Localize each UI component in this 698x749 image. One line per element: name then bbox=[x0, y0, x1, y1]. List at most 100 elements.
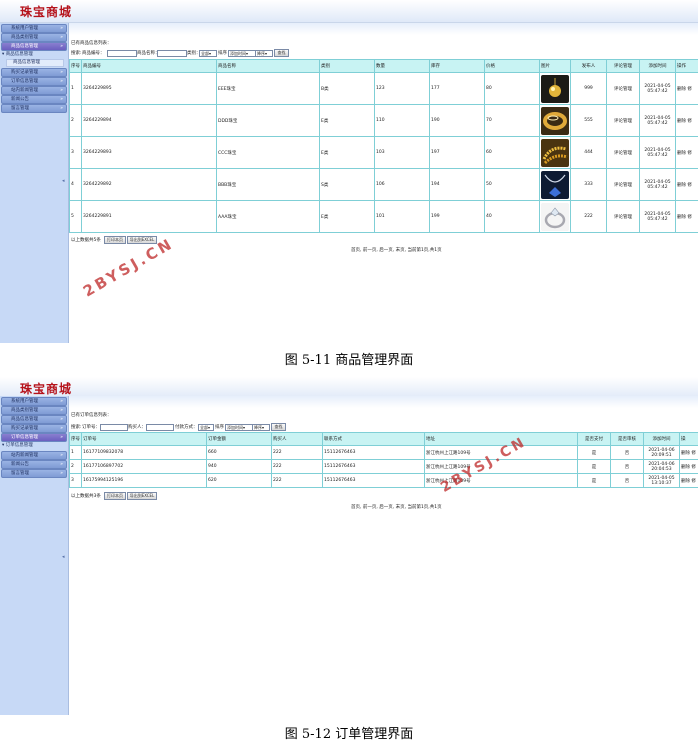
sort-label: 排序 bbox=[218, 51, 227, 56]
col-header-review: 评论管理 bbox=[606, 59, 640, 73]
col-header-image: 图片 bbox=[539, 59, 571, 73]
menu-item-announcements[interactable]: 新闻公告» bbox=[1, 95, 67, 104]
pagination[interactable]: 首页, 前一页, 后一页, 末页, 当前第1页,共1页 bbox=[351, 247, 442, 253]
print-button[interactable]: 打印本页 bbox=[104, 492, 126, 500]
sidebar: 系统用户管理» 商品类别管理» 商品信息管理» ▾ 商品信息管理 商品信息管理 … bbox=[0, 23, 69, 343]
collapse-arrow-icon[interactable]: ◂ bbox=[62, 178, 65, 184]
product-name-input[interactable] bbox=[157, 50, 187, 57]
chevron-icon: » bbox=[60, 79, 63, 84]
buyer-input[interactable] bbox=[146, 424, 174, 431]
table-row: 1 3264229895 EEE珠宝 B类 123 177 80 999 评论管… bbox=[69, 72, 698, 105]
sort-order-select[interactable]: 降序▾ bbox=[252, 424, 270, 431]
row-actions[interactable]: 删除 修 bbox=[679, 473, 698, 488]
search-label: 搜索: bbox=[71, 51, 82, 56]
chevron-icon: » bbox=[60, 44, 63, 49]
chevron-icon: » bbox=[60, 97, 63, 102]
search-button[interactable]: 查找 bbox=[271, 423, 286, 431]
menu-item-system-users[interactable]: 系统用户管理» bbox=[1, 24, 67, 33]
menu-item-product-info[interactable]: 商品信息管理» bbox=[1, 415, 67, 424]
col-header-code: 商品编号 bbox=[81, 59, 217, 73]
row-actions[interactable]: 删除 修 bbox=[675, 104, 698, 137]
blue-gem-necklace-image bbox=[541, 170, 569, 199]
chevron-icon: » bbox=[60, 399, 63, 404]
row-actions[interactable]: 删除 修 bbox=[675, 72, 698, 105]
submenu-item-product-info[interactable]: 商品信息管理 bbox=[6, 59, 64, 67]
product-table: 序号 商品编号 商品名称 类别 数量 库存 价格 图片 发布人 评论管理 添加时… bbox=[69, 59, 698, 233]
menu-item-messages[interactable]: 留言管理» bbox=[1, 104, 67, 113]
col-header-publisher: 发布人 bbox=[570, 59, 607, 73]
content-topband bbox=[69, 23, 698, 35]
row-actions[interactable]: 删除 修 bbox=[675, 168, 698, 201]
menu-item-purchase-records[interactable]: 购买记录管理» bbox=[1, 68, 67, 77]
export-excel-button[interactable]: 导出到EXCEL bbox=[127, 492, 157, 500]
content-topband bbox=[69, 396, 698, 408]
table-row: 4 3264229892 BBB珠宝 S类 106 194 50 333 评论管… bbox=[69, 168, 698, 201]
record-count: 以上数据共5条 bbox=[71, 238, 101, 243]
menu-item-messages[interactable]: 留言管理» bbox=[1, 469, 67, 478]
row-actions[interactable]: 删除 修 bbox=[679, 445, 698, 460]
menu-item-site-news[interactable]: 站内新闻管理» bbox=[1, 86, 67, 95]
review-link[interactable]: 评论管理 bbox=[606, 104, 640, 137]
col-header-buyer: 购买人 bbox=[271, 432, 323, 446]
review-link[interactable]: 评论管理 bbox=[606, 72, 640, 105]
menu-item-system-users[interactable]: 系统用户管理» bbox=[1, 397, 67, 406]
chevron-icon: » bbox=[60, 417, 63, 422]
table-row: 3 16175994125196 620 222 15112676463 浙江杭… bbox=[69, 473, 698, 488]
chevron-icon: » bbox=[60, 88, 63, 93]
screenshot-product-management: 珠宝商城 系统用户管理» 商品类别管理» 商品信息管理» ▾ 商品信息管理 商品… bbox=[0, 0, 698, 343]
app-logo: 珠宝商城 bbox=[20, 5, 73, 19]
table-row: 1 16177109832078 660 222 15112676463 浙江杭… bbox=[69, 445, 698, 460]
menu-item-purchase-records[interactable]: 购买记录管理» bbox=[1, 424, 67, 433]
menu-item-product-category[interactable]: 商品类别管理» bbox=[1, 33, 67, 42]
col-header-index: 序号 bbox=[69, 59, 82, 73]
sort-field-select[interactable]: 添加时间▾ bbox=[228, 50, 256, 57]
payment-select[interactable]: 全部▾ bbox=[198, 424, 214, 431]
col-header-audited: 是否审核 bbox=[610, 432, 644, 446]
row-actions[interactable]: 删除 修 bbox=[675, 136, 698, 169]
chevron-icon: » bbox=[60, 453, 63, 458]
product-no-input[interactable] bbox=[107, 50, 137, 57]
col-header-amount: 订单金额 bbox=[206, 432, 272, 446]
chevron-icon: » bbox=[60, 26, 63, 31]
review-link[interactable]: 评论管理 bbox=[606, 136, 640, 169]
print-button[interactable]: 打印本页 bbox=[104, 236, 126, 244]
menu-item-product-category[interactable]: 商品类别管理» bbox=[1, 406, 67, 415]
main-content: 已有订单信息列表： 搜索: 订单号： 购买人： 付款方式： 全部▾ 排序 添加时… bbox=[69, 396, 698, 715]
review-link[interactable]: 评论管理 bbox=[606, 200, 640, 233]
collapse-arrow-icon[interactable]: ◂ bbox=[62, 554, 65, 560]
col-header-address: 地址 bbox=[424, 432, 578, 446]
col-header-contact: 联系方式 bbox=[322, 432, 425, 446]
main-content: 已有商品信息列表： 搜索: 商品编号： 商品名称： 类别： 全部▾ 排序 添加时… bbox=[69, 23, 698, 343]
col-header-paid: 是否支付 bbox=[577, 432, 611, 446]
chevron-icon: » bbox=[60, 35, 63, 40]
col-header-index: 序号 bbox=[69, 432, 82, 446]
row-actions[interactable]: 删除 修 bbox=[679, 459, 698, 474]
menu-item-product-info[interactable]: 商品信息管理» bbox=[1, 42, 67, 51]
col-header-name: 商品名称 bbox=[216, 59, 320, 73]
list-title: 已有订单信息列表： bbox=[71, 413, 112, 418]
category-select[interactable]: 全部▾ bbox=[199, 50, 217, 57]
col-header-price: 价格 bbox=[484, 59, 540, 73]
payment-label: 付款方式： bbox=[175, 425, 198, 430]
menu-item-orders[interactable]: 订单信息管理» bbox=[1, 77, 67, 86]
table-row: 3 3264229893 CCC珠宝 E类 103 197 60 444 评论管… bbox=[69, 136, 698, 169]
header-banner: 珠宝商城 bbox=[0, 0, 698, 23]
search-button[interactable]: 查找 bbox=[274, 49, 289, 57]
review-link[interactable]: 评论管理 bbox=[606, 168, 640, 201]
row-actions[interactable]: 删除 修 bbox=[675, 200, 698, 233]
order-table: 序号 订单号 订单金额 购买人 联系方式 地址 是否支付 是否审核 添加时间 操… bbox=[69, 432, 698, 488]
pagination[interactable]: 首页, 前一页, 后一页, 末页, 当前第1页,共1页 bbox=[351, 504, 442, 510]
screenshot-order-management: 珠宝商城 系统用户管理» 商品类别管理» 商品信息管理» 购买记录管理» 订单信… bbox=[0, 377, 698, 715]
gold-ring-image bbox=[541, 106, 569, 135]
menu-item-announcements[interactable]: 新闻公告» bbox=[1, 460, 67, 469]
sort-order-select[interactable]: 降序▾ bbox=[255, 50, 273, 57]
menu-item-site-news[interactable]: 站内新闻管理» bbox=[1, 451, 67, 460]
submenu-heading: ▾ 订单信息管理 bbox=[2, 443, 33, 448]
submenu-heading: ▾ 商品信息管理 bbox=[2, 52, 33, 57]
buyer-label: 购买人： bbox=[128, 425, 146, 430]
menu-item-orders[interactable]: 订单信息管理» bbox=[1, 433, 67, 442]
record-count: 以上数据共3条 bbox=[71, 494, 101, 499]
sort-field-select[interactable]: 添加时间▾ bbox=[225, 424, 253, 431]
product-no-label: 商品编号： bbox=[82, 51, 105, 56]
order-no-input[interactable] bbox=[100, 424, 128, 431]
